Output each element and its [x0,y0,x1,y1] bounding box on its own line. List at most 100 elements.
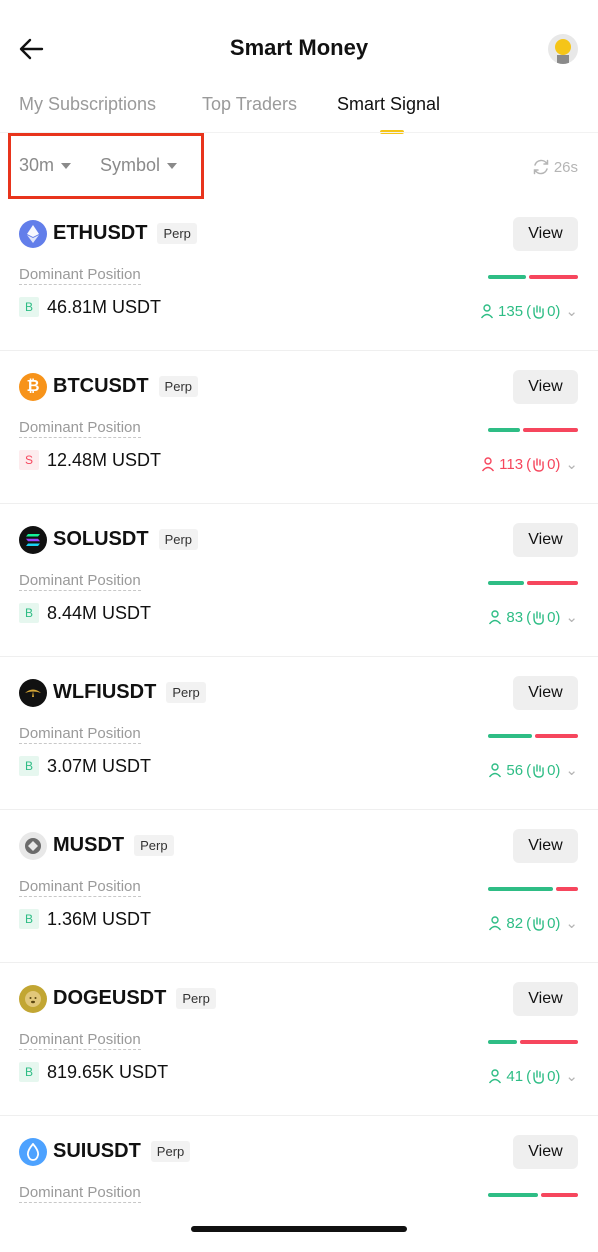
long-short-ratio-bar [488,1040,578,1044]
long-bar [488,1193,538,1197]
close-paren: ) [555,761,561,779]
view-button[interactable]: View [513,370,578,404]
home-indicator[interactable] [191,1226,407,1232]
traders-value: 83 [506,608,524,626]
long-short-ratio-bar [488,581,578,585]
traders-count[interactable]: 41 ( 0 ) ⌄ [487,1067,578,1085]
close-paren: ) [555,608,561,626]
avatar[interactable] [548,34,578,64]
hand-icon [533,917,544,931]
tab-my-subscriptions[interactable]: My Subscriptions [19,94,156,115]
page-title: Smart Money [229,35,369,60]
long-short-ratio-bar [488,275,578,279]
extra-value: 0 [547,914,556,932]
view-button[interactable]: View [513,676,578,710]
position-amount: 3.07M USDT [47,756,152,776]
traders-value: 56 [506,761,524,779]
traders-count[interactable]: 113 ( 0 ) ⌄ [480,455,578,473]
dominant-position-label[interactable]: Dominant Position [19,1184,141,1203]
dominant-position-label[interactable]: Dominant Position [19,1031,141,1050]
hand-icon [533,458,544,472]
position-amount: 8.44M USDT [47,603,152,623]
view-button[interactable]: View [513,982,578,1016]
symbol-dropdown[interactable]: Symbol [100,155,178,176]
symbol-row: SUIUSDT Perp [53,1140,191,1163]
side-badge: B [19,297,39,317]
close-paren: ) [555,914,561,932]
perp-badge: Perp [150,1141,191,1162]
traders-count[interactable]: 82 ( 0 ) ⌄ [487,914,578,932]
symbol-row: MUSDT Perp [53,834,174,857]
bitcoin-icon: ₿ [19,373,47,401]
side-badge: B [19,1062,39,1082]
long-bar [488,581,524,585]
short-bar [529,275,578,279]
hand-icon [533,611,544,625]
view-button[interactable]: View [513,829,578,863]
ethereum-icon [19,220,47,248]
long-short-ratio-bar [488,1193,578,1197]
close-paren: ) [555,1067,561,1085]
extra-value: 0 [547,1067,556,1085]
solana-icon [19,526,47,554]
chevron-down-icon: ⌄ [565,456,578,473]
side-badge: S [19,450,39,470]
hand-icon [533,764,544,778]
chevron-down-icon: ⌄ [565,762,578,779]
dominant-position-label[interactable]: Dominant Position [19,266,141,285]
chevron-down-icon: ⌄ [565,303,578,320]
perp-badge: Perp [166,682,206,703]
long-bar [488,734,532,738]
symbol-name: SOLUSDT [53,528,149,550]
chevron-down-icon: ⌄ [565,609,578,626]
refresh-timer[interactable]: 26s [531,157,578,177]
symbol-name: BTCUSDT [53,375,149,397]
long-short-ratio-bar [488,887,578,891]
symbol-row: BTCUSDT Perp [53,375,199,398]
long-bar [488,887,553,891]
interval-dropdown[interactable]: 30m [19,155,72,176]
caret-down-icon [61,162,72,169]
traders-value: 41 [506,1067,524,1085]
hand-icon [533,1070,544,1084]
symbol-name: MUSDT [53,834,125,856]
short-bar [520,1040,578,1044]
position-amount: 12.48M USDT [47,450,162,470]
symbol-name: SUIUSDT [53,1140,141,1162]
traders-count[interactable]: 135 ( 0 ) ⌄ [479,302,578,320]
view-button[interactable]: View [513,1135,578,1169]
perp-badge: Perp [157,223,197,244]
perp-badge: Perp [176,988,216,1009]
dominant-position-label[interactable]: Dominant Position [19,419,141,438]
tab-top-traders[interactable]: Top Traders [202,94,297,115]
chevron-down-icon: ⌄ [565,915,578,932]
traders-value: 135 [498,302,524,320]
signal-card-btcusdt: ₿ BTCUSDT Perp View Dominant Position S … [0,351,598,504]
long-bar [488,1040,517,1044]
tab-smart-signal[interactable]: Smart Signal [337,94,440,115]
symbol-row: ETHUSDT Perp [53,222,197,245]
m-token-icon [19,832,47,860]
view-button[interactable]: View [513,217,578,251]
position-amount: 46.81M USDT [47,297,162,317]
perp-badge: Perp [134,835,174,856]
signal-card-solusdt: SOLUSDT Perp View Dominant Position B 8.… [0,504,598,657]
symbol-name: DOGEUSDT [53,987,167,1009]
dominant-position-label[interactable]: Dominant Position [19,878,141,897]
extra-value: 0 [547,302,556,320]
long-short-ratio-bar [488,734,578,738]
view-button[interactable]: View [513,523,578,557]
side-badge: B [19,909,39,929]
person-icon [480,304,494,319]
symbol-row: DOGEUSDT Perp [53,987,216,1010]
short-bar [541,1193,578,1197]
dominant-position-label[interactable]: Dominant Position [19,725,141,744]
header: Smart Money [0,0,598,100]
dominant-position-label[interactable]: Dominant Position [19,572,141,591]
symbol-name: WLFIUSDT [53,681,157,703]
traders-count[interactable]: 56 ( 0 ) ⌄ [487,761,578,779]
close-paren: ) [555,302,561,320]
signal-card-musdt: MUSDT Perp View Dominant Position B 1.36… [0,810,598,963]
position-amount: 819.65K USDT [47,1062,169,1082]
traders-count[interactable]: 83 ( 0 ) ⌄ [487,608,578,626]
